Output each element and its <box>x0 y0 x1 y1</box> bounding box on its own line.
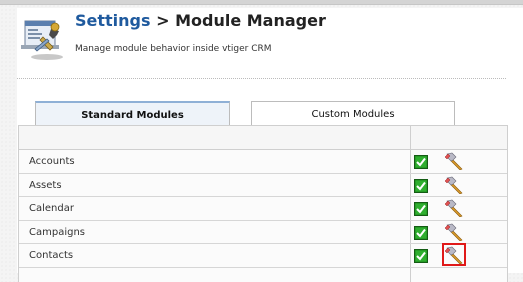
module-name: Calendar <box>29 203 74 214</box>
table-row: Calendar <box>19 197 507 221</box>
module-enabled-checkbox[interactable] <box>414 154 428 169</box>
table-header-row <box>19 126 507 150</box>
module-name: Campaigns <box>29 226 86 238</box>
breadcrumb-separator: > <box>150 11 176 30</box>
module-enabled-checkbox[interactable] <box>414 178 428 193</box>
tab-custom-modules[interactable]: Custom Modules <box>251 101 455 126</box>
page-subtitle: Manage module behavior inside vtiger CRM <box>75 44 272 54</box>
table-row-partial <box>19 267 507 282</box>
module-name: Contacts <box>29 250 74 261</box>
module-settings-hammer-icon[interactable] <box>442 243 466 266</box>
module-settings-hammer-icon[interactable] <box>444 223 464 241</box>
module-enabled-checkbox[interactable] <box>414 201 428 216</box>
module-enabled-checkbox[interactable] <box>414 225 428 240</box>
modules-table: Accounts Assets Calendar Campaigns Contacts <box>18 125 508 282</box>
module-name: Assets <box>29 179 62 191</box>
page-title: Settings > Module Manager <box>75 11 326 30</box>
module-settings-hammer-icon[interactable] <box>444 152 464 170</box>
settings-breadcrumb-link[interactable]: Settings <box>75 11 151 30</box>
module-settings-hammer-icon[interactable] <box>444 199 464 217</box>
top-strip <box>0 0 523 5</box>
module-settings-hammer-icon[interactable] <box>444 176 464 194</box>
table-row: Assets <box>19 173 507 197</box>
module-manager-icon <box>21 20 63 60</box>
table-row: Contacts <box>19 243 507 268</box>
module-enabled-checkbox[interactable] <box>414 248 428 263</box>
header-divider <box>17 78 506 79</box>
module-manager-title: Module Manager <box>175 11 326 30</box>
module-name: Accounts <box>29 156 75 167</box>
table-row: Accounts <box>19 150 507 174</box>
tab-standard-modules[interactable]: Standard Modules <box>35 101 230 126</box>
table-row: Campaigns <box>19 220 507 244</box>
